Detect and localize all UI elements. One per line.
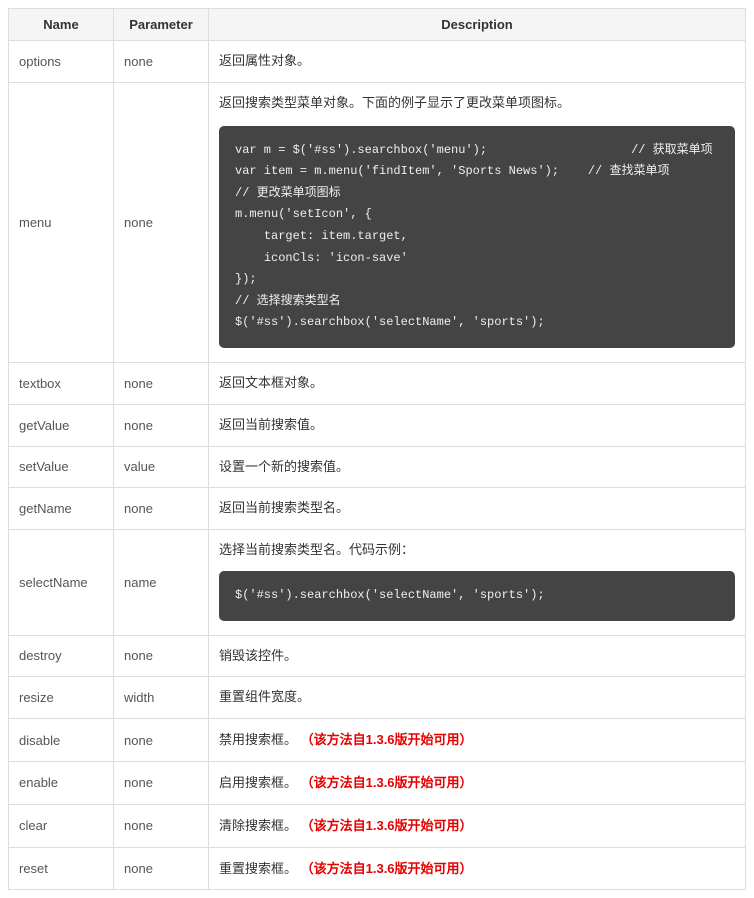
code-block: var m = $('#ss').searchbox('menu'); // 获… xyxy=(219,126,735,348)
cell-method-name: destroy xyxy=(9,635,114,677)
cell-description: 选择当前搜索类型名。代码示例： $('#ss').searchbox('selec… xyxy=(209,530,746,635)
table-row: getNamenone 返回当前搜索类型名。 xyxy=(9,488,746,530)
description-text: 设置一个新的搜索值。 xyxy=(219,459,349,474)
table-row: resizewidth 重置组件宽度。 xyxy=(9,677,746,719)
cell-method-name: clear xyxy=(9,804,114,847)
description-text: 重置搜索框。 xyxy=(219,861,297,876)
cell-description: 重置搜索框。 （该方法自1.3.6版开始可用） xyxy=(209,847,746,890)
table-row: enablenone启用搜索框。 （该方法自1.3.6版开始可用） xyxy=(9,761,746,804)
table-row: resetnone重置搜索框。 （该方法自1.3.6版开始可用） xyxy=(9,847,746,890)
cell-description: 销毁该控件。 xyxy=(209,635,746,677)
header-parameter: Parameter xyxy=(114,9,209,41)
code-block: $('#ss').searchbox('selectName', 'sports… xyxy=(219,571,735,621)
cell-parameter: none xyxy=(114,404,209,446)
cell-method-name: resize xyxy=(9,677,114,719)
cell-description: 清除搜索框。 （该方法自1.3.6版开始可用） xyxy=(209,804,746,847)
cell-method-name: getName xyxy=(9,488,114,530)
cell-method-name: selectName xyxy=(9,530,114,635)
cell-description: 返回属性对象。 xyxy=(209,41,746,83)
table-row: optionsnone 返回属性对象。 xyxy=(9,41,746,83)
table-header-row: Name Parameter Description xyxy=(9,9,746,41)
version-note: （该方法自1.3.6版开始可用） xyxy=(297,775,473,790)
version-note: （该方法自1.3.6版开始可用） xyxy=(297,732,473,747)
cell-description: 设置一个新的搜索值。 xyxy=(209,446,746,488)
cell-parameter: none xyxy=(114,362,209,404)
description-text: 返回当前搜索类型名。 xyxy=(219,500,349,515)
table-row: menunone 返回搜索类型菜单对象。下面的例子显示了更改菜单项图标。 var m… xyxy=(9,82,746,362)
cell-method-name: options xyxy=(9,41,114,83)
description-text: 启用搜索框。 xyxy=(219,775,297,790)
description-text: 返回当前搜索值。 xyxy=(219,417,323,432)
description-text: 销毁该控件。 xyxy=(219,648,297,663)
table-row: selectNamename 选择当前搜索类型名。代码示例： $('#ss').se… xyxy=(9,530,746,635)
description-text: 返回属性对象。 xyxy=(219,53,310,68)
cell-method-name: setValue xyxy=(9,446,114,488)
cell-method-name: disable xyxy=(9,719,114,762)
cell-method-name: menu xyxy=(9,82,114,362)
description-text: 返回文本框对象。 xyxy=(219,375,323,390)
table-row: getValuenone 返回当前搜索值。 xyxy=(9,404,746,446)
table-row: setValuevalue 设置一个新的搜索值。 xyxy=(9,446,746,488)
cell-parameter: width xyxy=(114,677,209,719)
cell-parameter: none xyxy=(114,488,209,530)
description-text: 返回搜索类型菜单对象。下面的例子显示了更改菜单项图标。 xyxy=(219,95,570,110)
cell-method-name: enable xyxy=(9,761,114,804)
table-row: textboxnone 返回文本框对象。 xyxy=(9,362,746,404)
description-text: 禁用搜索框。 xyxy=(219,732,297,747)
description-text: 清除搜索框。 xyxy=(219,818,297,833)
cell-parameter: none xyxy=(114,804,209,847)
cell-description: 禁用搜索框。 （该方法自1.3.6版开始可用） xyxy=(209,719,746,762)
cell-parameter: none xyxy=(114,761,209,804)
table-row: clearnone清除搜索框。 （该方法自1.3.6版开始可用） xyxy=(9,804,746,847)
cell-parameter: none xyxy=(114,847,209,890)
cell-parameter: none xyxy=(114,82,209,362)
version-note: （该方法自1.3.6版开始可用） xyxy=(297,861,473,876)
table-body: optionsnone返回属性对象。menunone返回搜索类型菜单对象。下面的… xyxy=(9,41,746,890)
cell-description: 返回搜索类型菜单对象。下面的例子显示了更改菜单项图标。 var m = $('#s… xyxy=(209,82,746,362)
cell-description: 启用搜索框。 （该方法自1.3.6版开始可用） xyxy=(209,761,746,804)
cell-parameter: value xyxy=(114,446,209,488)
cell-method-name: textbox xyxy=(9,362,114,404)
table-row: disablenone禁用搜索框。 （该方法自1.3.6版开始可用） xyxy=(9,719,746,762)
version-note: （该方法自1.3.6版开始可用） xyxy=(297,818,473,833)
header-description: Description xyxy=(209,9,746,41)
cell-parameter: none xyxy=(114,719,209,762)
cell-method-name: reset xyxy=(9,847,114,890)
cell-method-name: getValue xyxy=(9,404,114,446)
cell-description: 重置组件宽度。 xyxy=(209,677,746,719)
cell-description: 返回当前搜索值。 xyxy=(209,404,746,446)
cell-description: 返回当前搜索类型名。 xyxy=(209,488,746,530)
description-text: 选择当前搜索类型名。代码示例： xyxy=(219,542,414,557)
cell-parameter: none xyxy=(114,41,209,83)
header-name: Name xyxy=(9,9,114,41)
api-methods-table: Name Parameter Description optionsnone返回… xyxy=(8,8,746,890)
description-text: 重置组件宽度。 xyxy=(219,689,310,704)
cell-parameter: name xyxy=(114,530,209,635)
cell-description: 返回文本框对象。 xyxy=(209,362,746,404)
cell-parameter: none xyxy=(114,635,209,677)
table-row: destroynone 销毁该控件。 xyxy=(9,635,746,677)
